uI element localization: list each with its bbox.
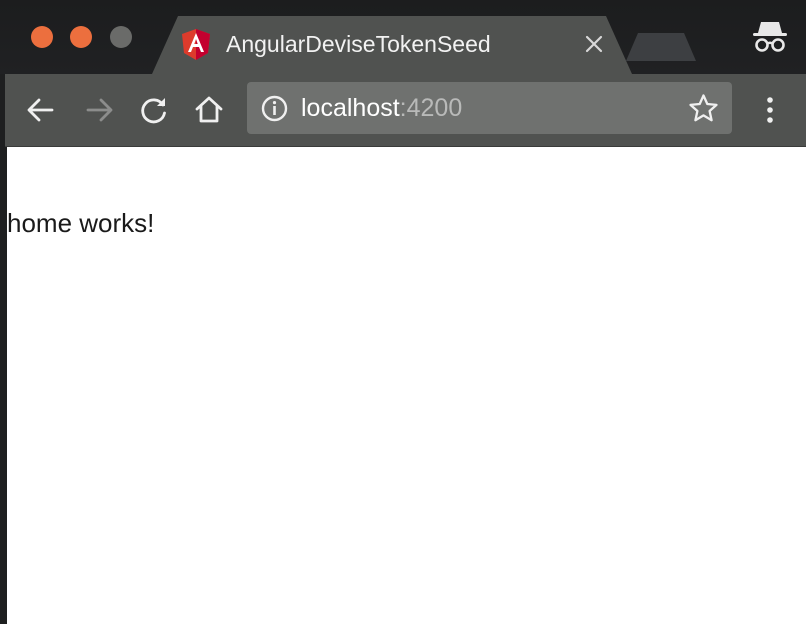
browser-window: AngularDeviseTokenSeed localhost:4200 ho… [0,0,806,624]
tab-active[interactable]: AngularDeviseTokenSeed [152,16,632,74]
page-text: home works! [7,208,155,238]
reload-icon[interactable] [136,92,172,128]
tab-title: AngularDeviseTokenSeed [226,31,491,57]
window-minimize-button[interactable] [70,26,92,48]
arrow-right-icon[interactable] [81,92,117,128]
star-icon[interactable] [688,93,719,124]
url-port: :4200 [399,94,463,122]
more-vertical-icon[interactable] [752,92,788,128]
arrow-left-icon[interactable] [23,92,59,128]
info-icon[interactable] [261,95,288,122]
angular-icon [182,29,210,60]
window-close-button[interactable] [31,26,53,48]
close-icon[interactable] [580,30,608,58]
url-host: localhost [301,94,400,122]
window-edge [0,147,7,624]
new-tab-button[interactable] [626,33,696,61]
tab-strip: AngularDeviseTokenSeed [0,0,806,74]
home-icon[interactable] [191,92,227,128]
address-bar[interactable]: localhost:4200 [247,82,732,134]
window-maximize-button[interactable] [110,26,132,48]
page-content: home works! [7,147,806,624]
browser-toolbar: localhost:4200 [5,74,806,147]
incognito-icon [753,22,787,52]
address-url[interactable]: localhost:4200 [301,93,462,123]
